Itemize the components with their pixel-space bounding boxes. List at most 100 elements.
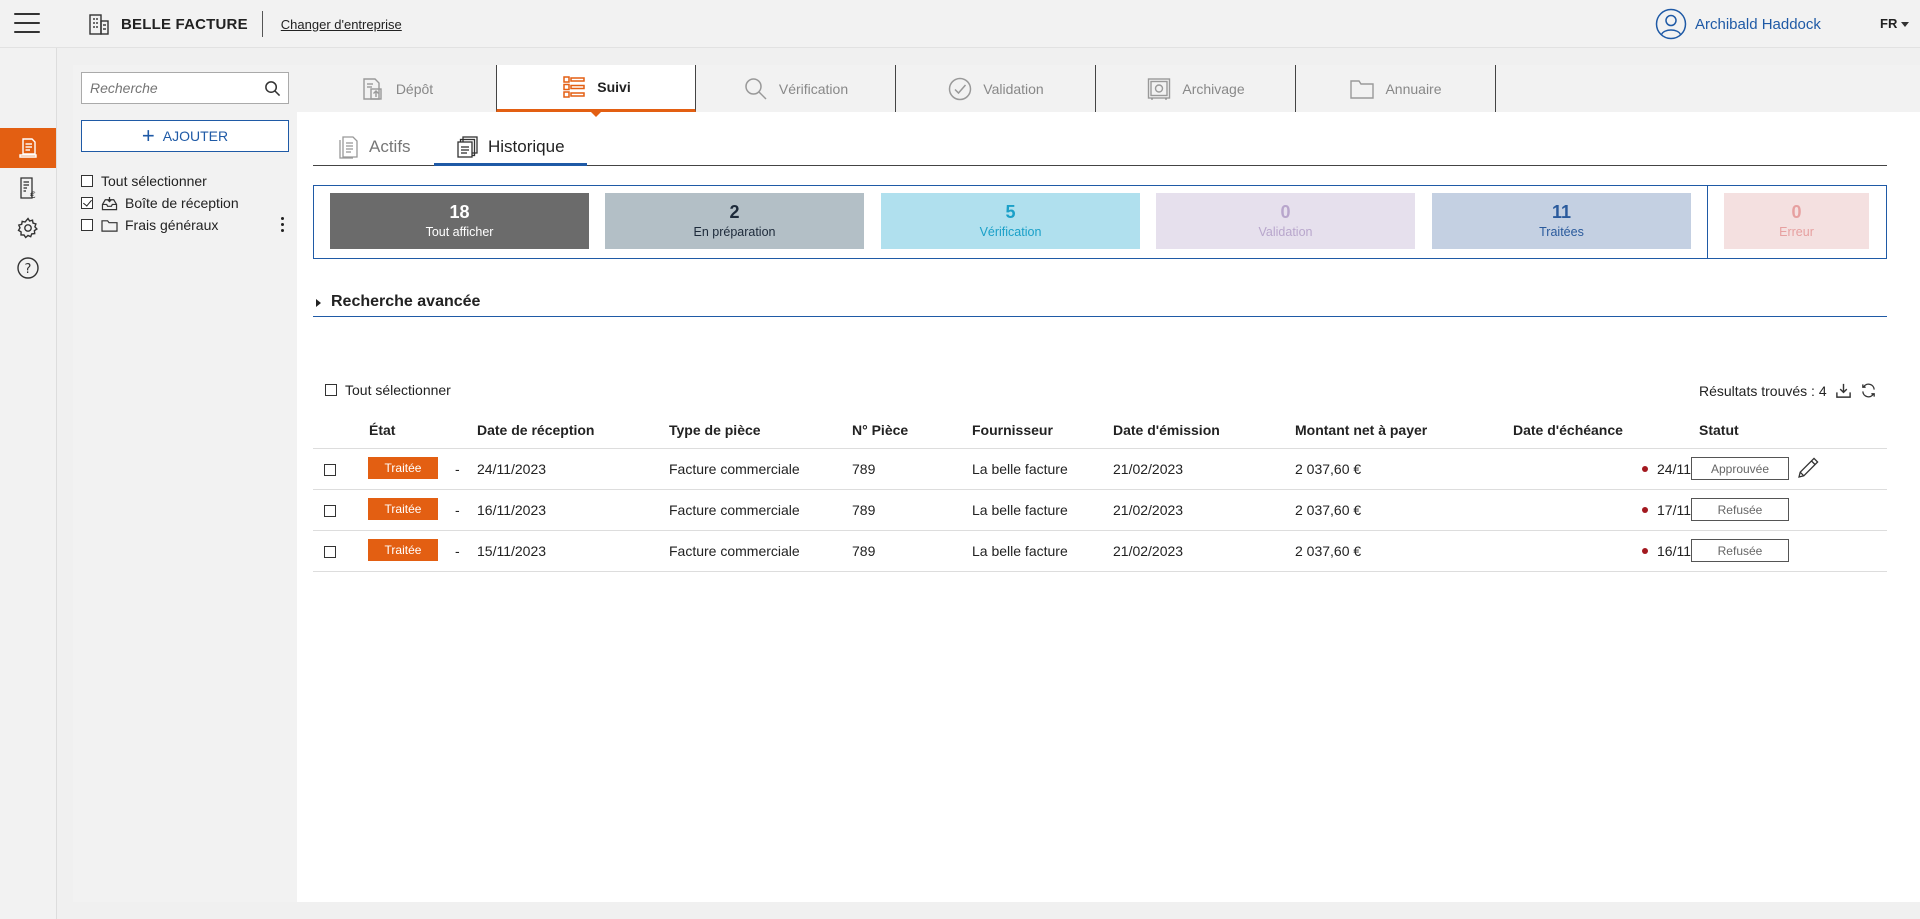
add-button-label: AJOUTER — [162, 128, 229, 144]
results-count: Résultats trouvés : 4 — [1699, 382, 1827, 399]
rail-item-expenses[interactable]: € — [0, 168, 56, 208]
safe-icon — [1148, 77, 1171, 100]
folder-overhead-label: Frais généraux — [125, 217, 219, 233]
advanced-search-label: Recherche avancée — [331, 293, 481, 310]
cell-supplier: La belle facture — [972, 502, 1068, 518]
tab-historique-label: Historique — [488, 136, 565, 156]
row-checkbox[interactable] — [324, 505, 336, 517]
add-button[interactable]: + AJOUTER — [81, 120, 289, 152]
column-header[interactable]: N° Pièce — [852, 422, 908, 438]
advanced-search-toggle[interactable]: Recherche avancée — [313, 293, 1887, 317]
table-row[interactable]: Traitée - 15/11/2023 Facture commerciale… — [313, 531, 1887, 572]
rail-item-invoices[interactable] — [0, 128, 56, 168]
cell-emission-date: 21/02/2023 — [1113, 543, 1184, 559]
history-documents-icon — [457, 135, 478, 158]
table-row[interactable]: Traitée - 16/11/2023 Facture commerciale… — [313, 490, 1887, 531]
download-icon[interactable] — [1835, 382, 1852, 399]
magnifier-icon — [745, 77, 767, 100]
rail-item-help[interactable]: ? — [0, 248, 56, 288]
select-all-rows-checkbox[interactable] — [325, 384, 337, 396]
language-label: FR — [1880, 16, 1898, 31]
column-header[interactable]: Date d'émission — [1113, 422, 1220, 438]
brand-divider — [261, 11, 263, 37]
status-card-processed[interactable]: 11 Traitées — [1432, 193, 1691, 249]
check-circle-icon — [949, 77, 972, 100]
inbox-icon — [101, 196, 118, 210]
menu-icon[interactable] — [14, 13, 40, 35]
column-header[interactable]: Type de pièce — [669, 422, 761, 438]
tab-validation[interactable]: Validation — [896, 65, 1096, 112]
tab-suivi[interactable]: Suivi — [496, 65, 696, 117]
tab-annuaire-label: Annuaire — [1385, 80, 1442, 97]
tab-archivage[interactable]: Archivage — [1096, 65, 1296, 112]
column-header[interactable]: Statut — [1699, 422, 1739, 438]
tab-actifs[interactable]: Actifs — [337, 130, 411, 164]
row-checkbox[interactable] — [324, 546, 336, 558]
tab-depot[interactable]: Dépôt — [297, 65, 497, 112]
column-header[interactable]: Date d'échéance — [1513, 422, 1623, 438]
user-menu[interactable]: Archibald Haddock — [1655, 8, 1821, 40]
status-badge[interactable]: Approuvée — [1691, 457, 1789, 480]
folder-item-overhead[interactable]: Frais généraux — [81, 214, 289, 236]
cell-emission-date: 21/02/2023 — [1113, 461, 1184, 477]
cell-document-type: Facture commerciale — [669, 502, 800, 518]
pencil-icon[interactable] — [1795, 455, 1821, 481]
cell-supplier: La belle facture — [972, 461, 1068, 477]
status-badge[interactable]: Refusée — [1691, 498, 1789, 521]
cell-reception-date: 24/11/2023 — [477, 461, 547, 477]
folder-item-inbox[interactable]: Boîte de réception — [81, 192, 289, 214]
results-bar: Résultats trouvés : 4 — [1699, 382, 1877, 399]
plus-icon: + — [141, 123, 155, 148]
svg-text:?: ? — [25, 262, 32, 277]
status-card-count: 18 — [449, 202, 470, 222]
refresh-icon[interactable] — [1860, 382, 1877, 399]
search-input[interactable] — [90, 80, 250, 96]
status-card-label: Validation — [1258, 225, 1313, 239]
status-card-error[interactable]: 0 Erreur — [1724, 193, 1869, 249]
tab-historique[interactable]: Historique — [434, 130, 587, 166]
language-selector[interactable]: FR — [1880, 16, 1910, 31]
folder-tree: Tout sélectionner Boîte de réception Fra… — [81, 170, 289, 236]
select-all-rows[interactable]: Tout sélectionner — [325, 382, 451, 398]
main-panel: + AJOUTER Tout sélectionner Boîte de réc… — [73, 65, 1920, 902]
status-card-label: Erreur — [1779, 225, 1814, 239]
status-badge[interactable]: Refusée — [1691, 539, 1789, 562]
change-company-link[interactable]: Changer d'entreprise — [281, 17, 402, 32]
column-header[interactable]: Date de réception — [477, 422, 594, 438]
rail-item-settings[interactable] — [0, 208, 56, 248]
status-card-count: 5 — [1005, 202, 1016, 222]
cell-document-type: Facture commerciale — [669, 461, 800, 477]
status-card-validation[interactable]: 0 Validation — [1156, 193, 1415, 249]
building-icon — [89, 14, 109, 35]
tab-verification[interactable]: Vérification — [696, 65, 896, 112]
euro-document-icon: € — [20, 177, 36, 200]
invoice-stack-icon — [19, 138, 37, 158]
folder-inbox-checkbox[interactable] — [81, 197, 93, 209]
search-icon[interactable] — [264, 80, 281, 97]
row-checkbox[interactable] — [324, 464, 336, 476]
cell-document-number: 789 — [852, 543, 876, 559]
folder-inbox-label: Boîte de réception — [125, 195, 239, 211]
tab-validation-label: Validation — [983, 80, 1044, 97]
select-all-folders[interactable]: Tout sélectionner — [81, 170, 289, 192]
tab-annuaire[interactable]: Annuaire — [1296, 65, 1496, 112]
status-card-preparation[interactable]: 2 En préparation — [605, 193, 864, 249]
table-row[interactable]: Traitée - 24/11/2023 Facture commerciale… — [313, 449, 1887, 490]
cell-amount: 2 037,60 € — [1295, 543, 1362, 559]
folder-overhead-checkbox[interactable] — [81, 219, 93, 231]
cell-document-type: Facture commerciale — [669, 543, 800, 559]
status-card-count: 2 — [729, 202, 740, 222]
cell-amount: 2 037,60 € — [1295, 502, 1362, 518]
due-indicator-dot — [1642, 507, 1648, 513]
select-all-folders-label: Tout sélectionner — [101, 173, 207, 189]
column-header[interactable]: État — [369, 422, 395, 438]
select-all-folders-checkbox[interactable] — [81, 175, 93, 187]
status-card-verification[interactable]: 5 Vérification — [881, 193, 1140, 249]
state-badge: Traitée — [368, 457, 438, 479]
column-header[interactable]: Montant net à payer — [1295, 422, 1427, 438]
more-options-icon[interactable] — [281, 217, 285, 235]
row-dash: - — [455, 543, 460, 559]
status-card-all[interactable]: 18 Tout afficher — [330, 193, 589, 249]
column-header[interactable]: Fournisseur — [972, 422, 1053, 438]
sub-tabs: Actifs Historique — [313, 130, 1887, 166]
